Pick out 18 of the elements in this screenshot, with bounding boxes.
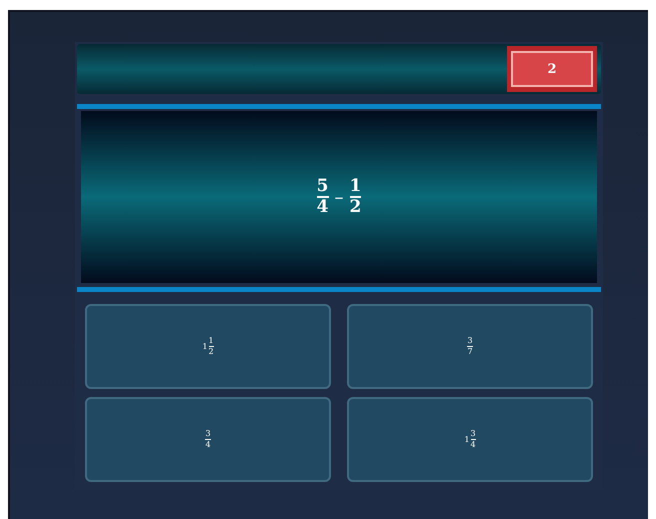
numerator: 5 — [316, 178, 328, 195]
denominator: 4 — [470, 441, 476, 449]
numerator: 3 — [205, 430, 211, 438]
score-value: 2 — [511, 51, 593, 87]
numerator: 1 — [350, 178, 362, 195]
whole-number: 1 — [464, 435, 470, 444]
numerator: 3 — [467, 337, 473, 345]
denominator: 2 — [208, 348, 214, 356]
answer-button[interactable]: 3 7 — [347, 304, 593, 389]
numerator: 1 — [208, 337, 214, 345]
denominator: 7 — [467, 348, 473, 356]
whole-number: 1 — [202, 342, 208, 351]
denominator: 4 — [316, 199, 328, 216]
numerator: 3 — [470, 430, 476, 438]
answer-button[interactable]: 3 4 — [85, 397, 331, 482]
denominator: 2 — [350, 199, 362, 216]
denominator: 4 — [205, 441, 211, 449]
minus-sign: – — [334, 186, 344, 208]
